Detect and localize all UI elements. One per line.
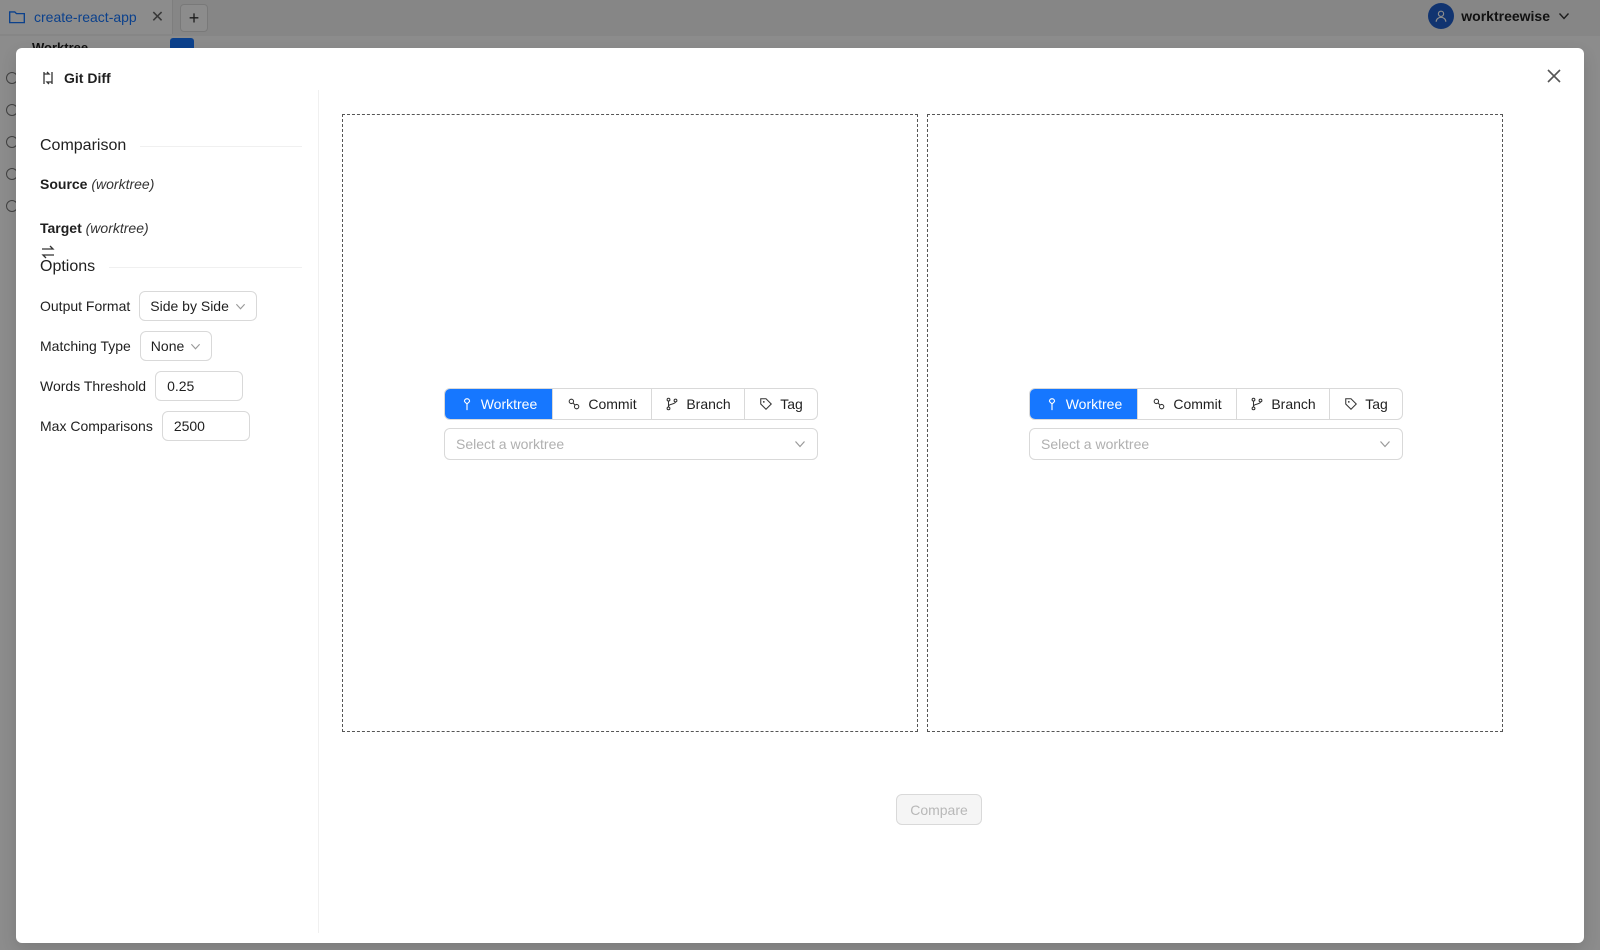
options-heading: Options (40, 258, 302, 276)
output-format-value: Side by Side (150, 298, 229, 314)
chevron-down-icon (1380, 441, 1390, 448)
target-tab-worktree[interactable]: Worktree (1030, 389, 1138, 419)
target-label: Target (40, 220, 82, 236)
tag-icon (760, 398, 773, 410)
modal-title-text: Git Diff (64, 70, 111, 86)
max-comparisons-input[interactable] (161, 411, 250, 441)
target-select-placeholder: Select a worktree (1041, 436, 1150, 452)
target-tab-commit[interactable]: Commit (1138, 389, 1237, 419)
source-tab-label: Branch (686, 396, 731, 412)
words-threshold-input[interactable] (155, 371, 244, 401)
output-format-row: Output Format Side by Side (40, 291, 257, 321)
swap-icon[interactable] (40, 245, 56, 259)
divider (109, 266, 302, 268)
compare-button[interactable]: Compare (896, 794, 982, 825)
commit-icon (1154, 398, 1165, 410)
words-threshold-row: Words Threshold (40, 371, 244, 401)
chevron-down-icon (235, 303, 245, 310)
tag-icon (1345, 398, 1358, 410)
target-ref-type-segmented: Worktree Commit Branch Tag (1029, 388, 1403, 420)
modal-title: Git Diff (40, 70, 111, 86)
matching-type-select[interactable]: None (139, 331, 213, 361)
output-format-label: Output Format (40, 298, 131, 314)
comparison-heading-text: Comparison (40, 137, 127, 154)
output-format-select[interactable]: Side by Side (139, 291, 257, 321)
chevron-down-icon (191, 343, 201, 350)
close-icon[interactable] (1544, 66, 1564, 86)
target-tab-label: Tag (1365, 396, 1388, 412)
git-diff-modal: Git Diff Comparison Source (worktree) Ta… (16, 48, 1584, 943)
target-worktree-select[interactable]: Select a worktree (1029, 428, 1403, 460)
source-tab-branch[interactable]: Branch (652, 389, 745, 419)
target-tab-label: Commit (1173, 396, 1222, 412)
divider (140, 145, 302, 147)
matching-type-label: Matching Type (40, 338, 131, 354)
target-tab-branch[interactable]: Branch (1237, 389, 1330, 419)
options-heading-text: Options (40, 258, 96, 275)
target-tab-label: Branch (1271, 396, 1316, 412)
chevron-down-icon (795, 441, 805, 448)
max-comparisons-row: Max Comparisons (40, 411, 250, 441)
worktree-icon (1048, 398, 1055, 411)
target-row: Target (worktree) (40, 220, 149, 236)
branch-icon (666, 397, 678, 411)
source-tab-tag[interactable]: Tag (745, 389, 817, 419)
max-comparisons-label: Max Comparisons (40, 418, 153, 434)
source-drop-pane: Worktree Commit Branch Tag Select a work… (342, 114, 918, 732)
source-ref-type-segmented: Worktree Commit Branch Tag (444, 388, 818, 420)
source-tab-label: Worktree (480, 396, 538, 412)
source-row: Source (worktree) (40, 176, 154, 192)
options-sidebar: Comparison Source (worktree) Target (wor… (16, 90, 319, 933)
source-tab-worktree[interactable]: Worktree (445, 389, 553, 419)
source-tab-label: Tag (780, 396, 803, 412)
target-type: (worktree) (85, 220, 149, 236)
source-tab-label: Commit (588, 396, 637, 412)
matching-type-value: None (150, 338, 185, 354)
diff-icon (43, 71, 53, 85)
branch-icon (1251, 397, 1263, 411)
comparison-heading: Comparison (40, 137, 302, 155)
source-type: (worktree) (91, 176, 155, 192)
source-worktree-select[interactable]: Select a worktree (444, 428, 818, 460)
worktree-icon (463, 398, 470, 411)
source-label: Source (40, 176, 88, 192)
commit-icon (569, 398, 580, 410)
matching-type-row: Matching Type None (40, 331, 213, 361)
source-select-placeholder: Select a worktree (456, 436, 565, 452)
target-tab-label: Worktree (1065, 396, 1123, 412)
target-tab-tag[interactable]: Tag (1330, 389, 1402, 419)
words-threshold-label: Words Threshold (40, 378, 147, 394)
target-drop-pane: Worktree Commit Branch Tag Select a work… (927, 114, 1503, 732)
source-tab-commit[interactable]: Commit (553, 389, 652, 419)
